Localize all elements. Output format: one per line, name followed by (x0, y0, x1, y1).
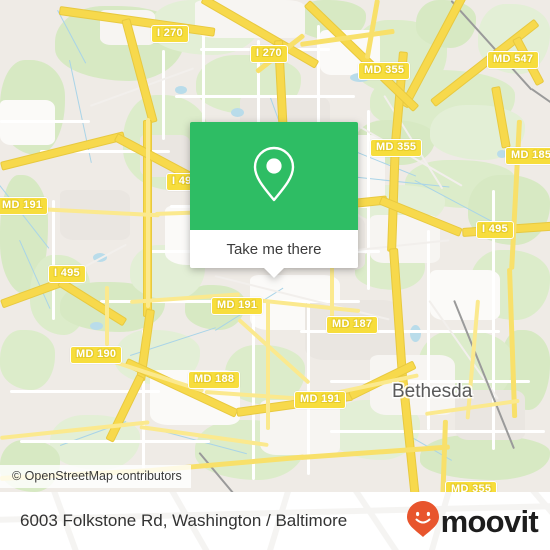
moovit-wordmark: moovit (440, 503, 539, 539)
popup-header (190, 122, 358, 230)
road-shield: I 270 (250, 45, 288, 63)
address-label: 6003 Folkstone Rd, Washington / Baltimor… (20, 511, 348, 530)
map-pin-icon (251, 145, 297, 208)
road-shield: MD 187 (326, 316, 379, 334)
road-shield: MD 355 (370, 139, 423, 157)
openstreetmap-attribution[interactable]: © OpenStreetMap contributors (0, 465, 191, 488)
moovit-smiley-pin-icon (406, 500, 440, 543)
road-shield: MD 191 (211, 297, 264, 315)
footer-bar: 6003 Folkstone Rd, Washington / Baltimor… (0, 492, 550, 550)
popup-tail-pointer (263, 267, 285, 278)
road-shield: MD 355 (358, 62, 411, 80)
road-shield: I 270 (151, 25, 189, 43)
road-shield: I 495 (48, 265, 86, 283)
road-shield: MD 185 (505, 147, 550, 165)
road-shield: I 495 (476, 221, 514, 239)
take-me-there-button[interactable]: Take me there (226, 241, 321, 258)
road-shield: MD 547 (487, 51, 540, 69)
road-shield: MD 188 (188, 371, 241, 389)
moovit-logo[interactable]: moovit (406, 500, 539, 543)
road-shield: MD 190 (70, 346, 123, 364)
popup-footer[interactable]: Take me there (190, 230, 358, 278)
location-popup-card[interactable]: Take me there (190, 122, 358, 278)
road-shield: MD 355 (445, 481, 498, 492)
map-screenshot: Bethesda I 270 I 270 MD 355 MD 547 MD 355 MD … (0, 0, 550, 550)
road-shield: MD 191 (0, 197, 49, 215)
road-shield: MD 191 (294, 391, 347, 409)
